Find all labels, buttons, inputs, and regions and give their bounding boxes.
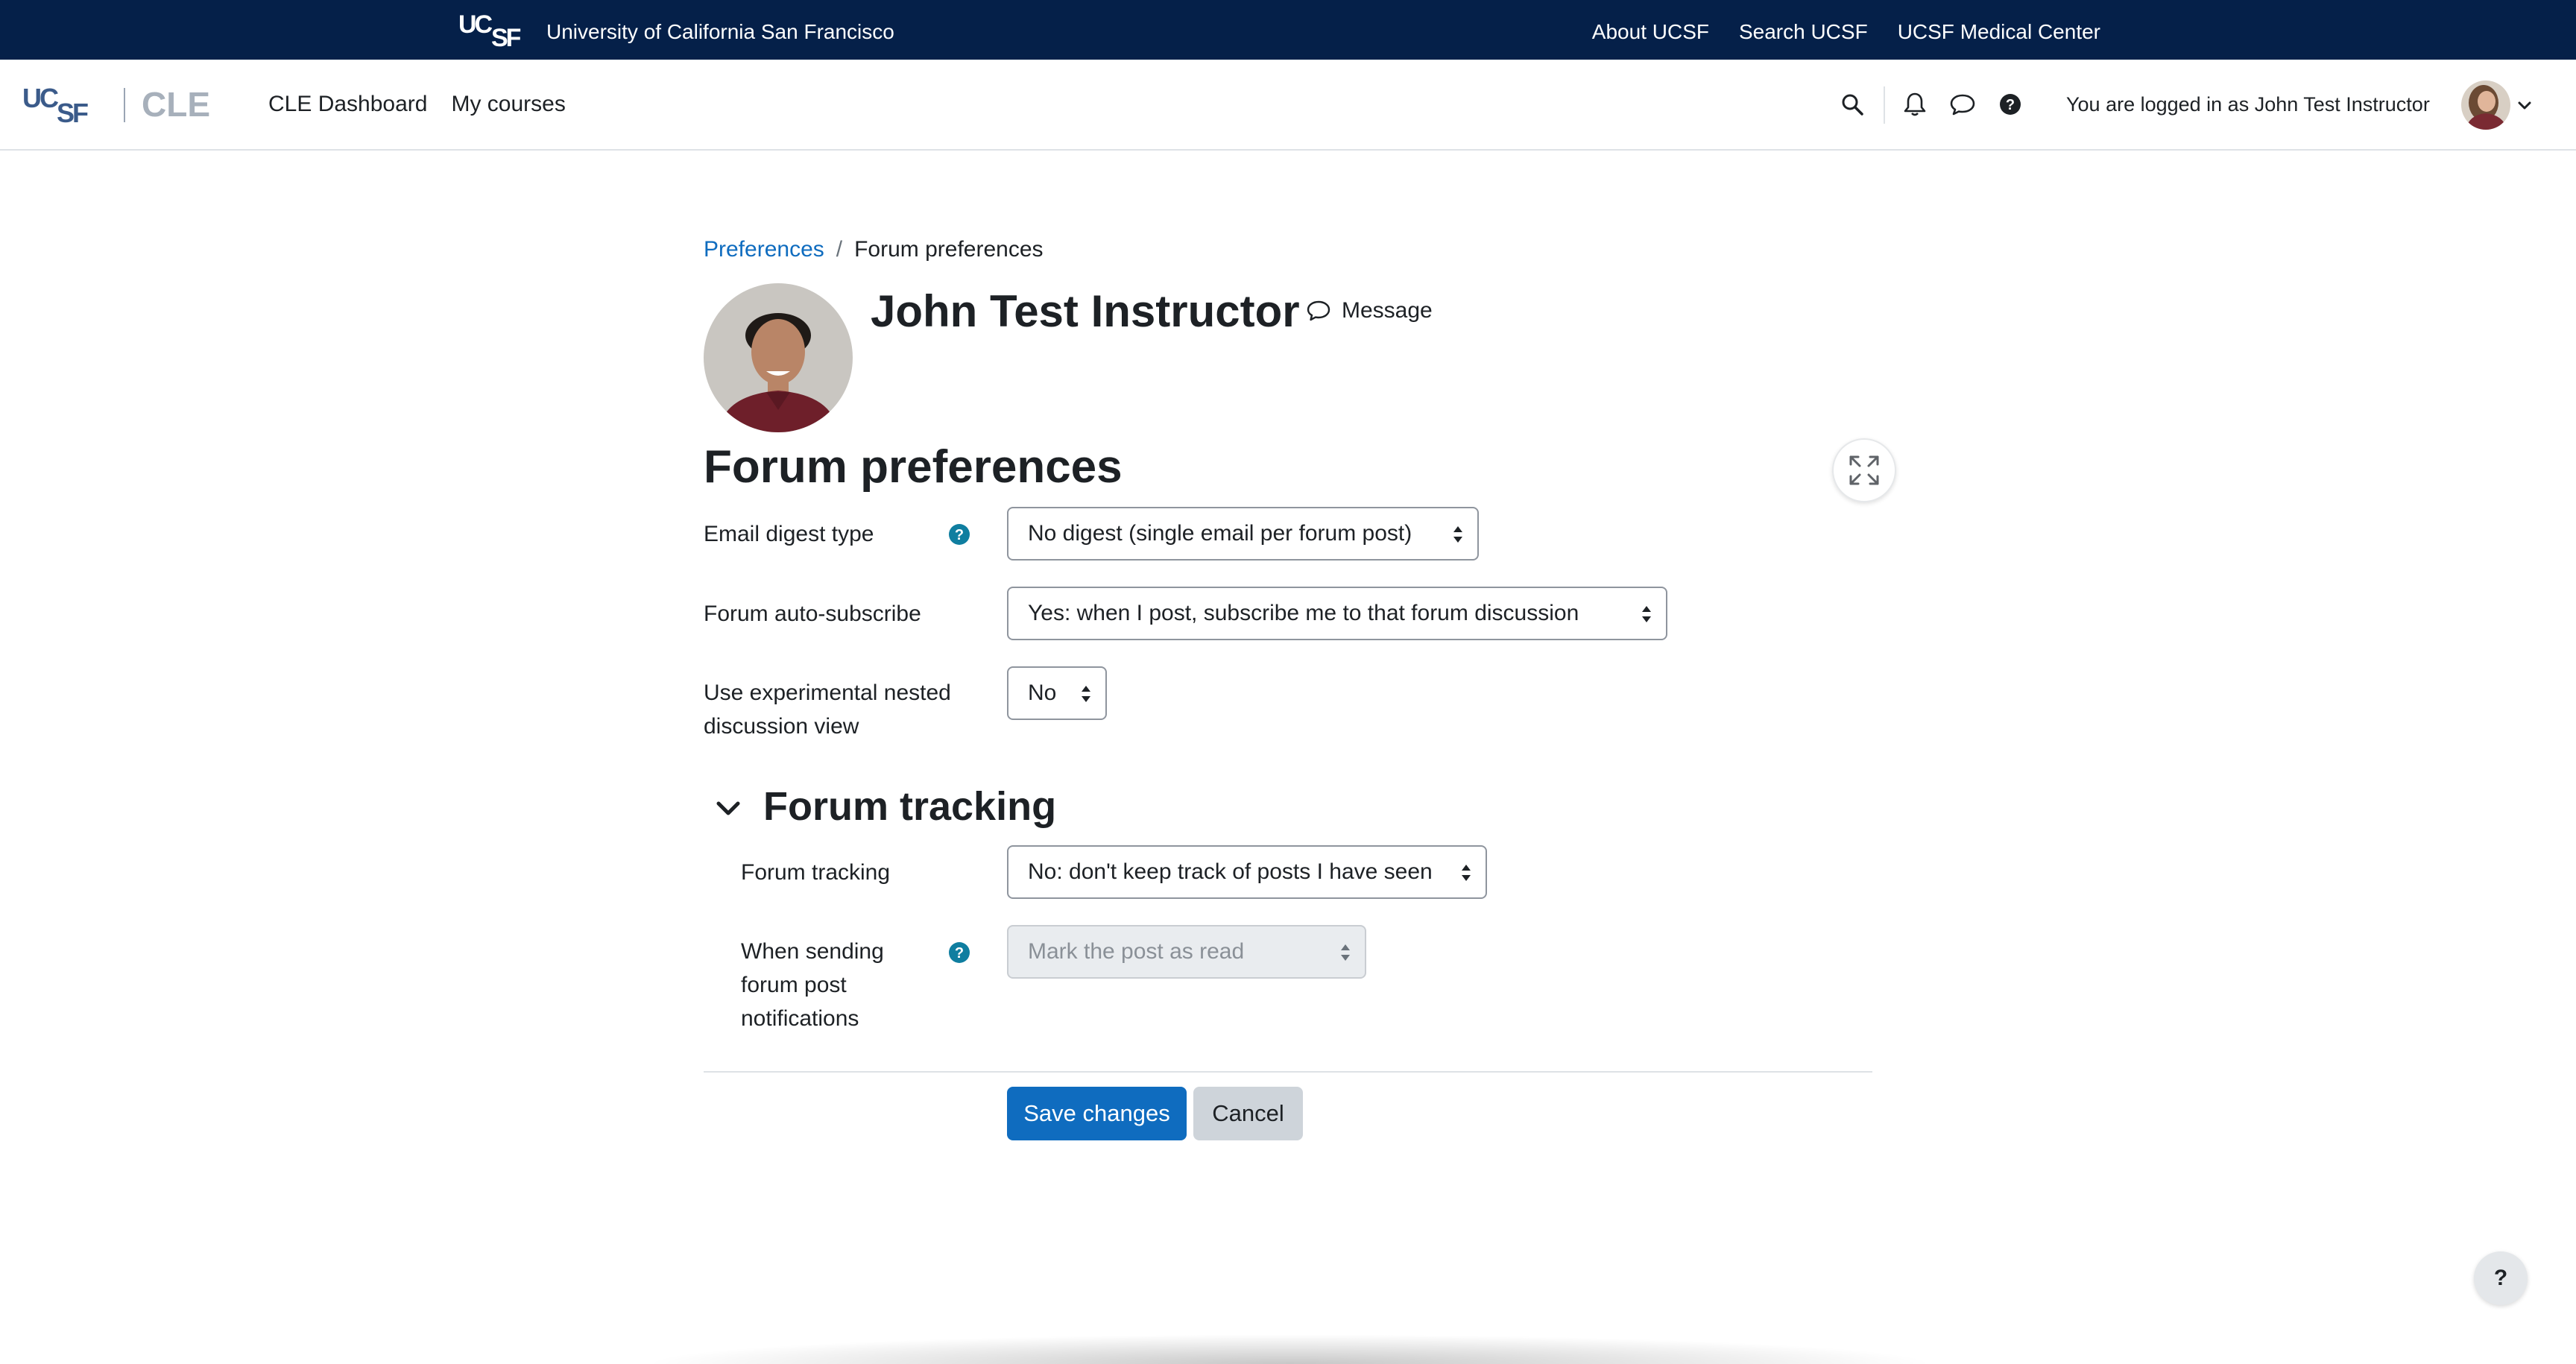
cle-logo[interactable]: UC SF CLE <box>22 82 216 127</box>
notifications-bell-icon[interactable] <box>1900 89 1930 119</box>
cancel-button[interactable]: Cancel <box>1193 1087 1303 1140</box>
select-arrows-icon <box>1341 944 1350 961</box>
nested-view-select[interactable]: No <box>1007 666 1107 720</box>
svg-text:UC: UC <box>22 83 59 113</box>
auto-subscribe-value: Yes: when I post, subscribe me to that f… <box>1028 601 1579 625</box>
email-digest-select[interactable]: No digest (single email per forum post) <box>1007 507 1479 561</box>
user-menu-chevron-down-icon[interactable] <box>2516 97 2533 113</box>
forum-tracking-label: Forum tracking <box>741 860 891 885</box>
mark-read-label: When sending forum post notifications <box>741 939 884 1031</box>
auto-subscribe-label: Forum auto-subscribe <box>704 602 921 626</box>
svg-text:SF: SF <box>491 24 521 48</box>
nested-view-label: Use experimental nested discussion view <box>704 681 951 739</box>
forum-tracking-select[interactable]: No: don't keep track of posts I have see… <box>1007 845 1487 899</box>
message-user-button[interactable]: Message <box>1306 297 1433 325</box>
logged-in-user-text: You are logged in as John Test Instructo… <box>2066 93 2430 116</box>
save-changes-button[interactable]: Save changes <box>1007 1087 1187 1140</box>
email-digest-value: No digest (single email per forum post) <box>1028 521 1412 546</box>
svg-text:?: ? <box>955 945 964 962</box>
svg-text:SF: SF <box>57 98 88 127</box>
breadcrumb-current: Forum preferences <box>854 237 1044 262</box>
auto-subscribe-select[interactable]: Yes: when I post, subscribe me to that f… <box>1007 587 1667 640</box>
help-icon[interactable]: ? <box>1995 89 2025 119</box>
site-navbar: UC SF CLE CLE Dashboard My courses ? You… <box>0 60 2576 151</box>
footer-shadow <box>641 1334 1938 1364</box>
messages-icon[interactable] <box>1948 89 1977 119</box>
mark-read-select: Mark the post as read <box>1007 925 1366 979</box>
page-heading: Forum preferences <box>704 441 1123 493</box>
ucsf-links: About UCSF Search UCSF UCSF Medical Cent… <box>1592 19 2100 45</box>
profile-avatar[interactable] <box>704 283 853 432</box>
forum-tracking-value: No: don't keep track of posts I have see… <box>1028 859 1433 884</box>
ucsf-top-bar: UC SF University of California San Franc… <box>0 0 2576 60</box>
mark-read-help-icon[interactable]: ? <box>948 941 970 964</box>
help-floating-button[interactable]: ? <box>2474 1251 2528 1305</box>
mark-read-value: Mark the post as read <box>1028 939 1245 964</box>
university-name[interactable]: University of California San Francisco <box>546 19 894 45</box>
form-divider <box>704 1071 1872 1073</box>
forum-tracking-section-heading[interactable]: Forum tracking <box>763 780 1056 833</box>
svg-text:UC: UC <box>458 10 493 39</box>
expand-icon <box>1849 455 1879 485</box>
primary-navigation: CLE Dashboard My courses <box>268 91 566 118</box>
select-arrows-icon <box>1453 526 1462 543</box>
about-ucsf-link[interactable]: About UCSF <box>1592 19 1709 45</box>
nested-view-value: No <box>1028 681 1057 705</box>
nav-cle-dashboard[interactable]: CLE Dashboard <box>268 91 427 118</box>
message-label: Message <box>1342 298 1433 323</box>
search-ucsf-link[interactable]: Search UCSF <box>1739 19 1868 45</box>
search-icon[interactable] <box>1837 89 1867 119</box>
message-bubble-icon <box>1307 300 1330 321</box>
select-arrows-icon <box>1082 686 1090 702</box>
user-menu-avatar[interactable] <box>2461 80 2510 130</box>
svg-text:?: ? <box>2006 97 2015 113</box>
navbar-divider <box>1884 86 1885 124</box>
profile-user-name: John Test Instructor <box>871 286 1300 336</box>
email-digest-help-icon[interactable]: ? <box>948 523 970 546</box>
svg-text:CLE: CLE <box>142 85 210 124</box>
select-arrows-icon <box>1642 606 1651 622</box>
breadcrumb: Preferences / Forum preferences <box>704 236 1044 264</box>
collapse-section-chevron-icon[interactable] <box>713 793 744 824</box>
breadcrumb-separator: / <box>836 237 843 262</box>
ucsf-logo[interactable]: UC SF <box>458 9 529 48</box>
svg-text:?: ? <box>955 527 964 543</box>
ucsf-medical-center-link[interactable]: UCSF Medical Center <box>1898 19 2100 45</box>
email-digest-label: Email digest type <box>704 522 874 546</box>
select-arrows-icon <box>1462 865 1471 881</box>
fullscreen-toggle-button[interactable] <box>1832 438 1896 502</box>
nav-my-courses[interactable]: My courses <box>451 91 565 118</box>
breadcrumb-preferences-link[interactable]: Preferences <box>704 236 824 264</box>
